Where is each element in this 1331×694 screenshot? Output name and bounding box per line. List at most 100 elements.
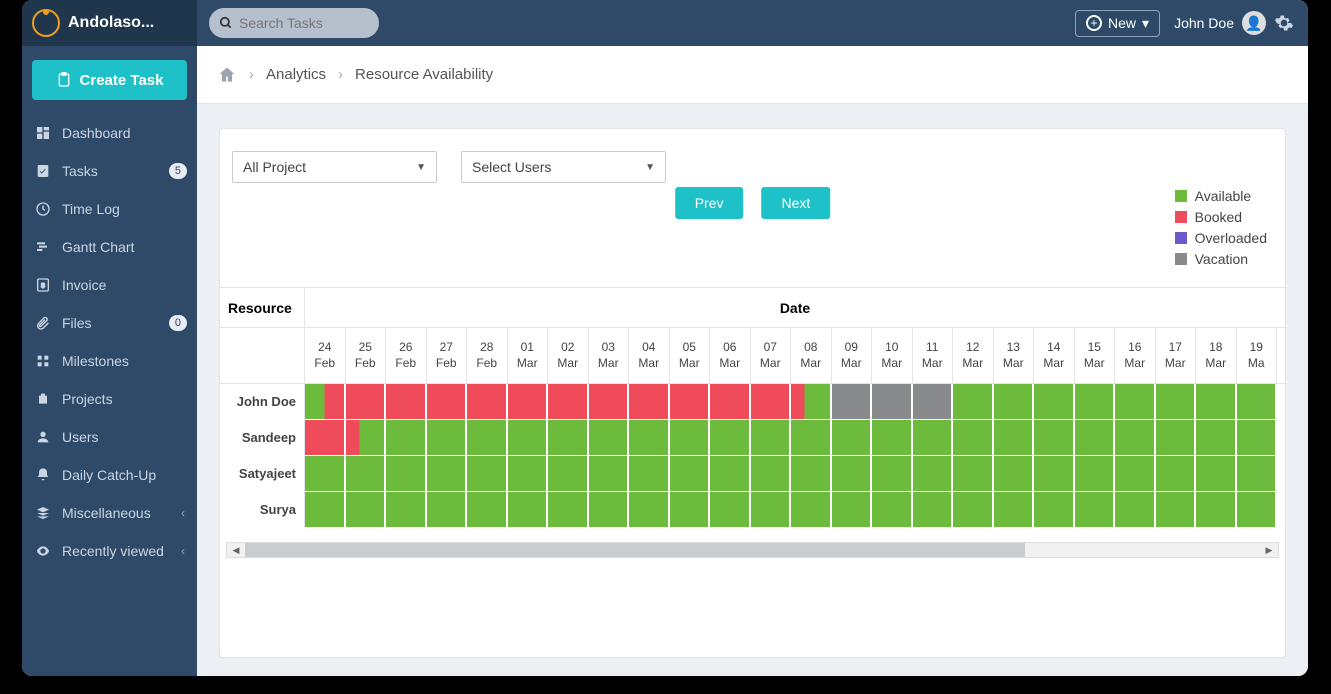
date-header-cell: 17Mar (1156, 328, 1197, 383)
availability-cell (1034, 384, 1075, 419)
breadcrumb: › Analytics › Resource Availability (197, 46, 1308, 104)
project-select[interactable]: All Project ▼ (232, 151, 437, 183)
brand-cell: Andolaso... (22, 0, 197, 46)
availability-cell (508, 456, 549, 491)
scroll-thumb[interactable] (245, 543, 1025, 557)
availability-cell (710, 384, 751, 419)
gear-icon[interactable] (1274, 13, 1294, 33)
sidebar-item-miscellaneous[interactable]: Miscellaneous‹ (22, 494, 197, 532)
dates-spacer (220, 328, 305, 383)
availability-cell (508, 384, 549, 419)
availability-cell (305, 492, 346, 527)
gantt-icon (34, 238, 52, 256)
sidebar-badge: 5 (169, 163, 187, 179)
availability-cell (386, 420, 427, 455)
project-value: All Project (243, 159, 306, 175)
date-header-cell: 02Mar (548, 328, 589, 383)
search-input[interactable] (239, 15, 369, 31)
clock-icon (34, 200, 52, 218)
new-label: New (1108, 15, 1136, 31)
availability-cell (832, 384, 873, 419)
date-header-cell: 15Mar (1075, 328, 1116, 383)
date-header-cell: 01Mar (508, 328, 549, 383)
availability-cell (589, 420, 630, 455)
date-header-cell: 03Mar (589, 328, 630, 383)
next-button[interactable]: Next (762, 187, 831, 219)
sidebar-item-time-log[interactable]: Time Log (22, 190, 197, 228)
date-header-cell: 19Ma (1237, 328, 1278, 383)
date-header-cell: 11Mar (913, 328, 954, 383)
availability-cell (427, 492, 468, 527)
availability-cell (346, 384, 387, 419)
availability-cell (670, 384, 711, 419)
sidebar-item-recently-viewed[interactable]: Recently viewed‹ (22, 532, 197, 570)
availability-cell (548, 420, 589, 455)
sidebar-item-label: Files (62, 315, 92, 331)
legend-swatch (1175, 253, 1187, 265)
breadcrumb-analytics[interactable]: Analytics (266, 66, 326, 83)
date-header-cell: 10Mar (872, 328, 913, 383)
resource-name: Surya (220, 492, 305, 527)
sidebar-item-label: Milestones (62, 353, 129, 369)
filters-row: All Project ▼ Select Users ▼ Prev Next A… (220, 129, 1285, 209)
date-header-cell: 14Mar (1034, 328, 1075, 383)
availability-cell (589, 456, 630, 491)
availability-cell (791, 492, 832, 527)
user-chip[interactable]: John Doe 👤 (1174, 11, 1266, 35)
availability-cell (953, 456, 994, 491)
availability-cell (467, 456, 508, 491)
files-icon (34, 314, 52, 332)
date-header-cell: 28Feb (467, 328, 508, 383)
home-icon[interactable] (217, 65, 237, 85)
availability-cell (791, 384, 832, 419)
availability-cell (508, 420, 549, 455)
availability-cell (346, 456, 387, 491)
prev-button[interactable]: Prev (675, 187, 744, 219)
availability-cell (1156, 420, 1197, 455)
availability-cell (872, 384, 913, 419)
legend-swatch (1175, 232, 1187, 244)
sidebar-item-daily-catch-up[interactable]: Daily Catch-Up (22, 456, 197, 494)
dashboard-icon (34, 124, 52, 142)
availability-cell (346, 420, 387, 455)
create-task-button[interactable]: Create Task (32, 60, 187, 100)
users-select[interactable]: Select Users ▼ (461, 151, 666, 183)
sidebar-item-dashboard[interactable]: Dashboard (22, 114, 197, 152)
sidebar-item-tasks[interactable]: Tasks5 (22, 152, 197, 190)
availability-cell (1075, 420, 1116, 455)
availability-cell (1156, 456, 1197, 491)
sidebar-item-users[interactable]: Users (22, 418, 197, 456)
sidebar: Create Task DashboardTasks5Time LogGantt… (22, 46, 197, 676)
availability-cell (305, 420, 346, 455)
availability-cell (913, 384, 954, 419)
eye-icon (34, 542, 52, 560)
availability-cell (710, 456, 751, 491)
search-box[interactable] (209, 8, 379, 38)
scroll-right-arrow[interactable]: ▶ (1262, 543, 1276, 557)
users-icon (34, 428, 52, 446)
create-task-label: Create Task (80, 72, 164, 89)
legend-swatch (1175, 190, 1187, 202)
chevron-down-icon: ▾ (1142, 15, 1149, 32)
new-button[interactable]: + New ▾ (1075, 10, 1160, 37)
sidebar-item-label: Daily Catch-Up (62, 467, 156, 483)
sidebar-item-files[interactable]: Files0 (22, 304, 197, 342)
availability-cell (913, 492, 954, 527)
sidebar-item-gantt-chart[interactable]: Gantt Chart (22, 228, 197, 266)
sidebar-item-invoice[interactable]: $Invoice (22, 266, 197, 304)
availability-cell (751, 492, 792, 527)
sidebar-item-projects[interactable]: Projects (22, 380, 197, 418)
availability-cell (751, 456, 792, 491)
availability-cell (751, 420, 792, 455)
availability-cell (589, 384, 630, 419)
sidebar-item-milestones[interactable]: Milestones (22, 342, 197, 380)
topbar: Andolaso... + New ▾ John Doe 👤 (22, 0, 1308, 46)
availability-cell (467, 492, 508, 527)
availability-cell (994, 456, 1035, 491)
caret-down-icon: ▼ (645, 162, 655, 173)
clipboard-icon (56, 71, 72, 89)
scroll-left-arrow[interactable]: ◀ (229, 543, 243, 557)
horizontal-scrollbar[interactable]: ◀ ▶ (226, 542, 1279, 558)
date-header-cell: 07Mar (751, 328, 792, 383)
sidebar-item-label: Projects (62, 391, 113, 407)
